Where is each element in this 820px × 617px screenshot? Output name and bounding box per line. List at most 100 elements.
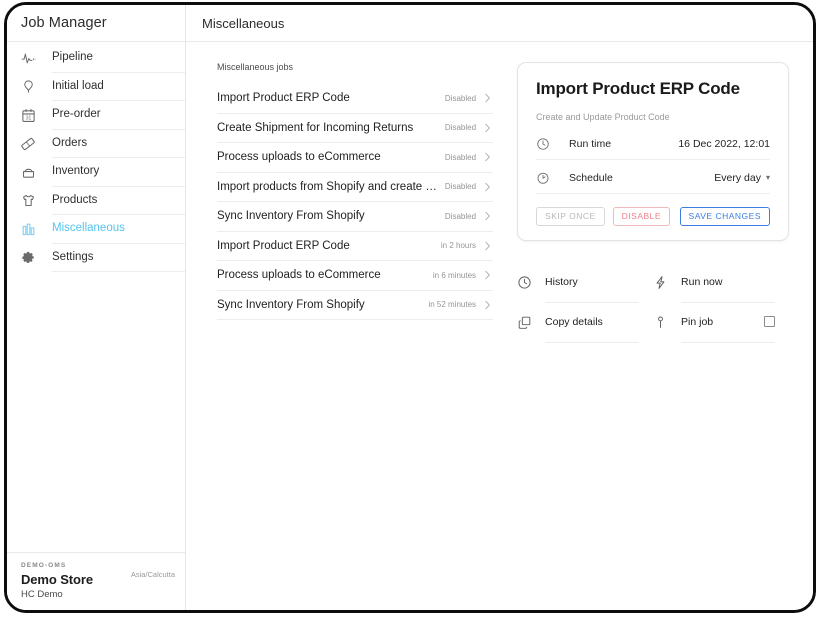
chevron-right-icon: [484, 123, 491, 133]
gear-icon: [17, 250, 39, 265]
chevron-right-icon: [484, 300, 491, 310]
pin-job-checkbox[interactable]: [764, 316, 775, 328]
main-header: Miscellaneous: [186, 5, 813, 42]
sidebar-item-label: Orders: [52, 130, 185, 158]
job-list-item[interactable]: Import Product ERP Code Disabled: [217, 84, 494, 114]
clock-icon: [517, 275, 541, 290]
job-list-item[interactable]: Create Shipment for Incoming Returns Dis…: [217, 114, 494, 143]
job-detail-panel: Import Product ERP Code Create and Updat…: [493, 62, 813, 610]
sidebar-header: Job Manager: [7, 5, 185, 42]
sidebar-item-label: Pipeline: [52, 44, 185, 73]
job-status: Disabled: [444, 123, 477, 133]
bars-icon: [17, 222, 39, 237]
job-detail-subtitle: Create and Update Product Code: [536, 112, 670, 122]
sidebar-item-label: Initial load: [52, 73, 185, 101]
job-list-caption: Miscellaneous jobs: [217, 62, 294, 72]
sidebar-item-initial-load[interactable]: Initial load: [7, 73, 185, 101]
sidebar-item-pre-order[interactable]: 31 Pre-order: [7, 101, 185, 130]
job-name: Process uploads to eCommerce: [217, 269, 381, 282]
tshirt-icon: [17, 193, 39, 208]
chevron-right-icon: [484, 182, 491, 192]
save-changes-button[interactable]: SAVE CHANGES: [679, 207, 770, 227]
lightning-icon: [653, 275, 677, 290]
sidebar: Job Manager Pipeline Initial load 31 Pre…: [7, 5, 186, 610]
job-list-item[interactable]: Process uploads to eCommerce in 6 minute…: [217, 261, 494, 291]
main-area: Miscellaneous Miscellaneous jobs Import …: [186, 5, 813, 610]
store-footer[interactable]: DEMO-OMS Demo Store HC Demo Asia/Calcutt…: [7, 552, 185, 610]
pin-icon: [653, 315, 677, 330]
sidebar-nav: Pipeline Initial load 31 Pre-order Order…: [7, 42, 185, 552]
job-list-item[interactable]: Import products from Shopify and create …: [217, 173, 494, 202]
job-list-item[interactable]: Process uploads to eCommerce Disabled: [217, 143, 494, 173]
detail-value: 16 Dec 2022, 12:01: [678, 137, 770, 150]
box-icon: [17, 165, 39, 180]
pulse-icon: [17, 51, 39, 66]
job-action-grid: History Run now Copy details Pin job: [517, 262, 789, 343]
action-label: Copy details: [545, 315, 603, 328]
action-history[interactable]: History: [517, 262, 653, 303]
job-status: Disabled: [444, 211, 477, 221]
schedule-select-value[interactable]: Every day: [714, 172, 761, 184]
store-timezone: Asia/Calcutta: [130, 570, 175, 579]
job-detail-card: Import Product ERP Code Create and Updat…: [517, 62, 789, 242]
job-status: in 6 minutes: [432, 270, 477, 280]
job-name: Sync Inventory From Shopify: [217, 210, 365, 223]
sidebar-item-products[interactable]: Products: [7, 187, 185, 215]
sidebar-item-label: Products: [52, 187, 185, 215]
disable-button[interactable]: DISABLE: [612, 207, 671, 227]
job-status: Disabled: [444, 152, 477, 162]
job-name: Create Shipment for Incoming Returns: [217, 121, 414, 134]
svg-text:31: 31: [25, 115, 31, 121]
detail-row-run-time: Run time 16 Dec 2022, 12:01: [536, 128, 770, 160]
sidebar-item-label: Settings: [52, 244, 185, 272]
detail-label: Schedule: [569, 171, 613, 184]
balloon-icon: [17, 79, 39, 94]
clock-icon: [536, 137, 558, 151]
page-title: Miscellaneous: [202, 15, 285, 31]
chevron-right-icon: [484, 93, 491, 103]
job-detail-title: Import Product ERP Code: [536, 79, 740, 98]
ticket-icon: [17, 136, 39, 152]
action-copy-details[interactable]: Copy details: [517, 302, 653, 343]
job-name: Import products from Shopify and create …: [217, 180, 437, 193]
job-name: Sync Inventory From Shopify: [217, 298, 365, 311]
chevron-right-icon: [484, 211, 491, 221]
sidebar-item-orders[interactable]: Orders: [7, 130, 185, 158]
skip-once-button[interactable]: SKIP ONCE: [536, 207, 605, 227]
chevron-right-icon: [484, 241, 491, 251]
sidebar-item-label: Inventory: [52, 158, 185, 187]
detail-label: Run time: [569, 137, 612, 150]
action-pin-job[interactable]: Pin job: [653, 302, 789, 343]
store-subtitle: HC Demo: [21, 589, 63, 600]
chevron-down-icon[interactable]: ▾: [766, 173, 770, 182]
job-status: Disabled: [444, 93, 477, 103]
sidebar-item-pipeline[interactable]: Pipeline: [7, 44, 185, 73]
action-label: Run now: [681, 275, 723, 288]
sidebar-item-inventory[interactable]: Inventory: [7, 158, 185, 187]
job-list: Miscellaneous jobs Import Product ERP Co…: [186, 62, 494, 610]
job-list-item[interactable]: Import Product ERP Code in 2 hours: [217, 232, 494, 261]
job-status: Disabled: [444, 182, 477, 192]
app-window: Job Manager Pipeline Initial load 31 Pre…: [4, 2, 816, 613]
job-list-item[interactable]: Sync Inventory From Shopify Disabled: [217, 202, 494, 232]
chevron-right-icon: [484, 152, 491, 162]
calendar-icon: 31: [17, 108, 39, 123]
action-run-now[interactable]: Run now: [653, 262, 789, 303]
action-label: Pin job: [681, 315, 714, 328]
sidebar-item-settings[interactable]: Settings: [7, 244, 185, 272]
store-code: DEMO-OMS: [21, 562, 67, 569]
job-name: Import Product ERP Code: [217, 92, 350, 105]
sidebar-item-label: Miscellaneous: [52, 215, 185, 244]
detail-row-schedule[interactable]: Schedule Every day ▾: [536, 162, 770, 194]
stopwatch-icon: [536, 171, 558, 185]
job-list-item[interactable]: Sync Inventory From Shopify in 52 minute…: [217, 291, 494, 320]
action-label: History: [545, 275, 578, 288]
sidebar-item-miscellaneous[interactable]: Miscellaneous: [7, 215, 185, 244]
chevron-right-icon: [484, 270, 491, 280]
job-name: Import Product ERP Code: [217, 239, 350, 252]
job-status: in 2 hours: [440, 241, 477, 251]
sidebar-item-label: Pre-order: [52, 101, 185, 130]
copy-icon: [517, 315, 541, 330]
job-status: in 52 minutes: [428, 300, 477, 310]
job-name: Process uploads to eCommerce: [217, 151, 381, 164]
